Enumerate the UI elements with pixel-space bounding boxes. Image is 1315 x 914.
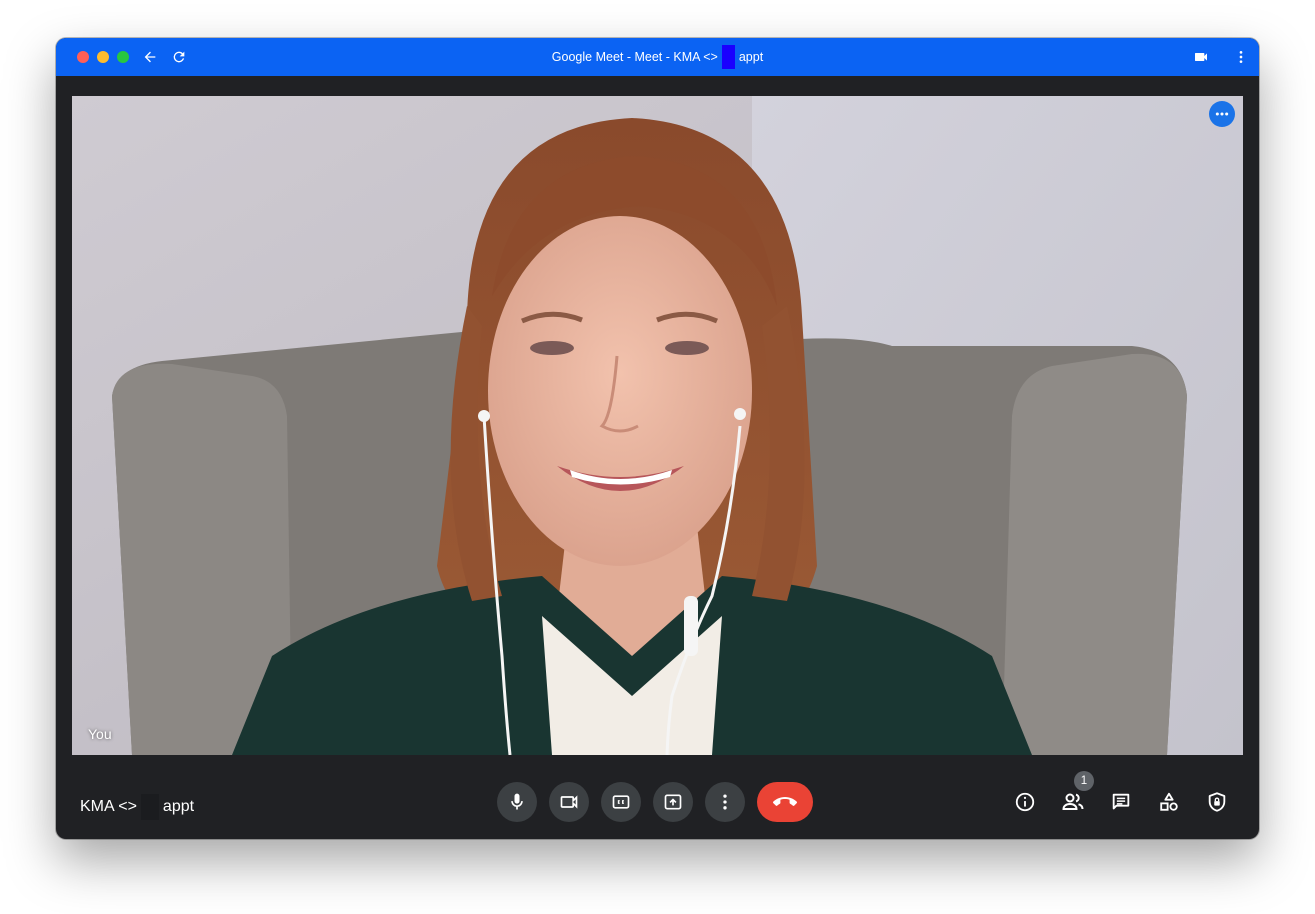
window-title: Google Meet - Meet - KMA <> appt <box>56 38 1259 76</box>
self-video-tile: You <box>72 96 1243 755</box>
more-horizontal-icon <box>1215 112 1229 116</box>
kebab-menu-icon[interactable] <box>1231 47 1251 67</box>
chat-button[interactable] <box>1105 786 1137 818</box>
video-camera-icon[interactable] <box>1191 47 1211 67</box>
closed-captions-icon <box>612 795 630 809</box>
activities-button[interactable] <box>1153 786 1185 818</box>
meet-window: Google Meet - Meet - KMA <> appt You KMA… <box>56 38 1259 839</box>
end-call-button[interactable] <box>757 782 813 822</box>
participant-count-badge: 1 <box>1074 771 1094 791</box>
bottom-control-bar: KMA <> appt 1 <box>56 755 1259 839</box>
more-options-button[interactable] <box>705 782 745 822</box>
microphone-button[interactable] <box>497 782 537 822</box>
people-icon <box>1062 793 1084 810</box>
camera-button[interactable] <box>549 782 589 822</box>
video-feed <box>72 96 1243 755</box>
self-name-label: You <box>88 726 112 742</box>
window-title-suffix: appt <box>738 50 764 64</box>
meeting-details-button[interactable] <box>1009 786 1041 818</box>
meeting-name: KMA <> appt <box>80 794 194 820</box>
chat-icon <box>1112 793 1130 810</box>
meeting-name-suffix: appt <box>162 798 195 815</box>
tile-options-button[interactable] <box>1209 101 1235 127</box>
host-controls-button[interactable] <box>1201 786 1233 818</box>
captions-button[interactable] <box>601 782 641 822</box>
info-icon <box>1015 792 1035 812</box>
kebab-menu-icon <box>723 794 727 810</box>
meeting-name-prefix: KMA <> <box>80 798 137 815</box>
hang-up-icon <box>773 797 797 806</box>
redaction-block <box>721 45 735 69</box>
video-camera-icon <box>560 795 578 809</box>
shield-lock-icon <box>1208 792 1226 812</box>
activities-shapes-icon <box>1160 792 1178 811</box>
present-screen-button[interactable] <box>653 782 693 822</box>
window-title-prefix: Google Meet - Meet - KMA <> <box>551 50 718 64</box>
redaction-block <box>140 794 159 820</box>
present-screen-icon <box>664 794 682 810</box>
title-bar: Google Meet - Meet - KMA <> appt <box>56 38 1259 76</box>
microphone-icon <box>511 793 523 810</box>
